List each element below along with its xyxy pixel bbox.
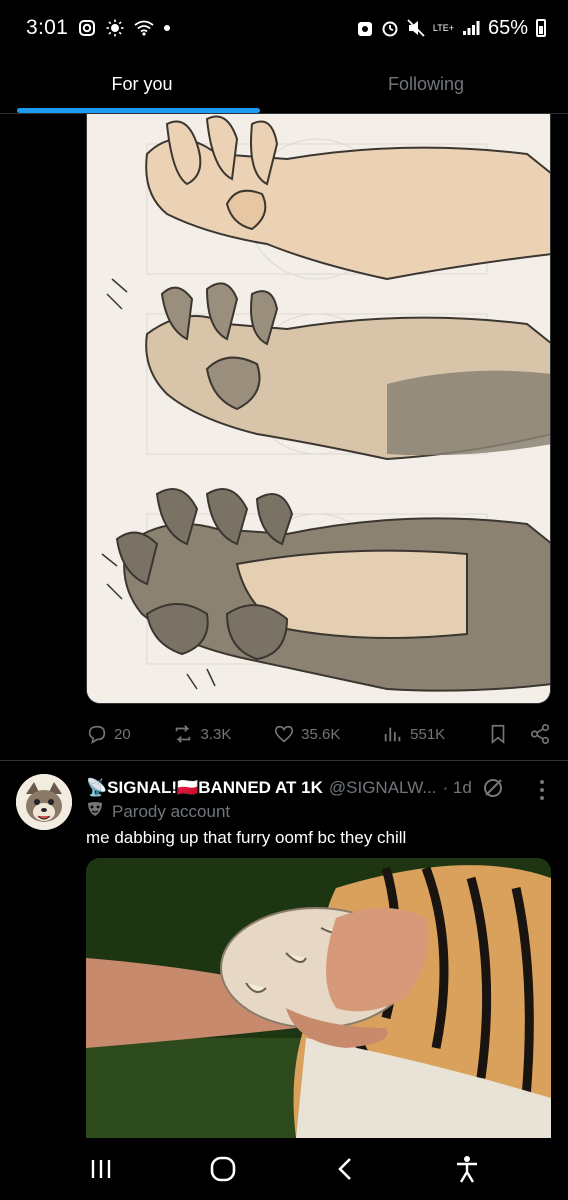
views-button[interactable]: 551K [382,723,445,745]
back-icon [338,1158,351,1180]
accessibility-icon [457,1156,477,1183]
brightness-icon [106,19,124,37]
grok-icon[interactable] [482,777,504,799]
share-button[interactable] [529,723,551,745]
avatar[interactable] [16,774,72,830]
signal-icon [462,20,480,36]
system-nav-bar [0,1138,568,1200]
post-divider [0,760,568,761]
parody-label: Parody account [86,800,230,823]
status-bar: 3:01 LTE+ 65% [0,0,568,56]
notification-dot-icon [164,25,171,31]
back-button[interactable] [325,1149,365,1189]
tab-following[interactable]: Following [284,56,568,113]
instagram-icon [78,19,96,37]
active-tab-indicator [17,108,260,113]
user-handle[interactable]: @SIGNALW... [329,778,437,798]
view-count: 551K [410,725,446,743]
wifi-icon [134,20,154,36]
display-name[interactable]: 📡SIGNAL!🇵🇱BANNED AT 1K [86,778,323,798]
repost-icon [176,725,191,743]
post-image-tiger-paw[interactable] [86,858,551,1138]
repost-button[interactable]: 3.3K [172,723,231,745]
battery-percentage: 65% [487,16,528,39]
share-icon [530,724,550,744]
like-button[interactable]: 35.6K [273,723,340,745]
post-text: me dabbing up that furry oomf bc they ch… [86,828,407,847]
reply-icon [88,725,106,744]
home-icon [210,1156,236,1182]
bookmark-button[interactable] [487,723,509,745]
reply-button[interactable]: 20 [86,723,131,745]
reply-count: 20 [114,725,131,743]
alarm-icon [381,19,399,37]
accessibility-button[interactable] [447,1149,487,1189]
more-options-icon[interactable] [534,780,550,800]
timeline-tabs: For you Following [0,56,568,114]
post-actions: 20 3.3K 35.6K 551K [86,714,551,754]
network-type: LTE+ [432,22,454,33]
clock: 3:01 [26,16,69,39]
home-button[interactable] [203,1149,243,1189]
heart-icon [275,725,294,743]
parody-account-text: Parody account [112,801,231,821]
mute-icon [407,19,425,37]
post-image-hand-illustration[interactable] [86,114,551,704]
mask-icon [86,800,104,823]
views-icon [384,727,401,742]
battery-icon [536,19,546,37]
post-header: 📡SIGNAL!🇵🇱BANNED AT 1K @SIGNALW... · 1d [86,776,556,800]
recent-apps-button[interactable] [81,1149,121,1189]
repost-count: 3.3K [200,725,232,743]
bookmark-icon [491,724,505,745]
recent-apps-icon [91,1160,111,1178]
post-time[interactable]: · 1d [443,778,472,798]
like-count: 35.6K [301,725,341,743]
app-notification-icon [357,19,373,37]
tab-for-you[interactable]: For you [0,56,284,113]
